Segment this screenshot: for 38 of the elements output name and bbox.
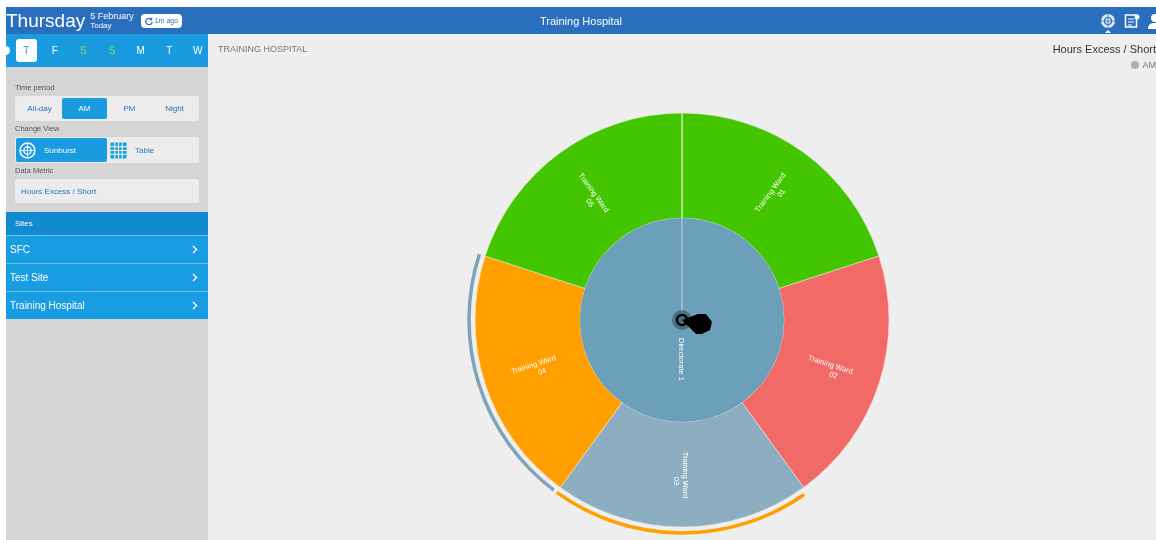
day-tab[interactable]: S xyxy=(73,39,94,62)
day-tab[interactable]: S xyxy=(101,39,123,62)
time-period-option[interactable]: PM xyxy=(107,98,152,119)
ward-segment[interactable] xyxy=(741,255,889,488)
legend-title: Hours Excess / Short xyxy=(1052,43,1156,55)
site-item[interactable]: Training Hospital xyxy=(6,291,208,319)
time-period-option[interactable]: AM xyxy=(62,98,107,119)
breadcrumb: TRAINING HOSPITAL xyxy=(218,44,308,56)
view-option[interactable]: Sunburst xyxy=(16,138,107,162)
site-item[interactable]: Test Site xyxy=(6,263,208,291)
view-option[interactable]: Table xyxy=(107,138,198,162)
page-title: Training Hospital xyxy=(539,14,623,27)
sites-header: Sites xyxy=(6,212,208,235)
refresh-icon xyxy=(144,16,153,25)
ward-segment[interactable] xyxy=(560,402,804,528)
directorate-segment[interactable] xyxy=(580,218,784,422)
day-tab[interactable]: W xyxy=(187,39,209,62)
day-tab[interactable]: M xyxy=(130,39,151,62)
ward-segment[interactable] xyxy=(681,112,880,289)
sunburst-icon xyxy=(19,141,36,159)
day-title: Thursday xyxy=(6,9,86,32)
site-item[interactable]: SFC xyxy=(6,235,208,263)
chevron-right-icon xyxy=(192,301,198,310)
legend-label: AM xyxy=(1142,60,1156,70)
date-label: 5 February xyxy=(90,11,134,21)
time-period-option[interactable]: Night xyxy=(152,98,197,119)
grid-icon xyxy=(110,141,127,159)
day-tab[interactable]: F xyxy=(44,39,66,62)
pointer-cursor-icon xyxy=(672,310,712,334)
ward-segment[interactable] xyxy=(475,255,623,488)
time-period-option[interactable]: All-day xyxy=(17,98,62,119)
day-tab[interactable]: T xyxy=(16,39,37,62)
day-tab[interactable]: T xyxy=(158,39,180,62)
chevron-right-icon xyxy=(192,245,198,254)
ward-segment[interactable] xyxy=(484,112,683,289)
chevron-right-icon xyxy=(192,273,198,282)
relative-day-label: Today xyxy=(90,20,112,30)
data-metric-field[interactable]: Hours Excess / Short xyxy=(15,179,199,203)
